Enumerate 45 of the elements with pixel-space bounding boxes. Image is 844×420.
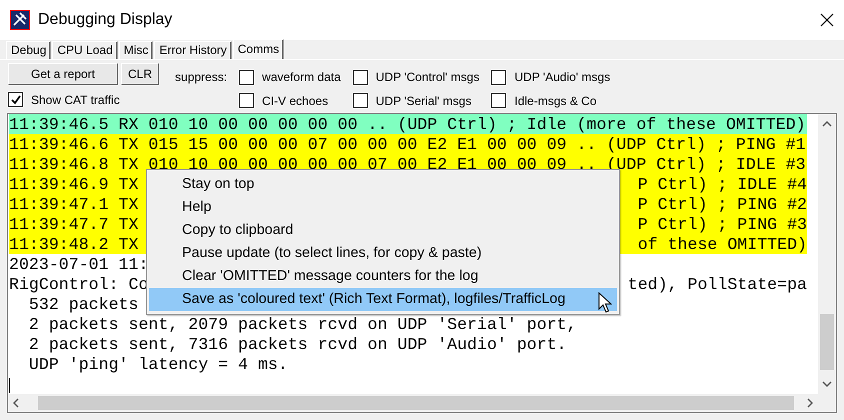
tab[interactable]: Error History: [154, 41, 232, 59]
scroll-up-icon[interactable]: [822, 120, 832, 128]
clear-button[interactable]: CLR: [121, 63, 160, 85]
scroll-right-icon[interactable]: [806, 398, 814, 408]
checkbox-label: UDP 'Serial' msgs: [376, 94, 472, 108]
tab[interactable]: Debug: [6, 41, 52, 59]
report-button[interactable]: Get a report: [8, 63, 118, 85]
mouse-pointer-icon: [598, 292, 612, 314]
checkbox-label: waveform data: [262, 70, 341, 84]
log-line: 532 packets: [28, 294, 138, 314]
log-line: 2023-07-01 11:: [9, 254, 148, 274]
log-line: 2 packets sent, 2079 packets rcvd on UDP 'Serial' port,: [28, 314, 577, 334]
menu-item[interactable]: Pause update (to select lines, for copy & paste): [149, 242, 617, 265]
checkbox[interactable]: [352, 93, 368, 108]
menu-item[interactable]: Help: [149, 196, 617, 219]
scroll-thumb[interactable]: [820, 314, 834, 370]
checkbox[interactable]: [352, 70, 368, 85]
log-line: ted), PollState=pa: [628, 274, 807, 294]
close-icon[interactable]: [820, 13, 834, 27]
menu-item[interactable]: Copy to clipboard: [149, 219, 617, 242]
checkbox[interactable]: [491, 93, 506, 108]
log-line: 2 packets sent, 7316 packets rcvd on UDP 'Audio' port.: [28, 334, 567, 354]
app-icon: [10, 10, 30, 30]
tab[interactable]: Misc: [118, 41, 154, 59]
menu-item[interactable]: Clear 'OMITTED' message counters for the log: [149, 265, 617, 288]
checkbox[interactable]: [239, 70, 254, 85]
checkbox-label: Idle-msgs & Co: [514, 94, 597, 108]
checkbox[interactable]: [491, 70, 506, 85]
log-line: UDP 'ping' latency = 4 ms.: [28, 354, 288, 374]
tab[interactable]: Comms: [232, 39, 284, 59]
checkbox-label: UDP 'Control' msgs: [376, 70, 480, 84]
checkbox-label: UDP 'Audio' msgs: [514, 70, 610, 84]
window-title: Debugging Display: [38, 11, 174, 29]
suppress-label: suppress:: [175, 70, 228, 84]
menu-item[interactable]: Stay on top: [149, 173, 617, 196]
tab[interactable]: CPU Load: [52, 41, 118, 59]
checkbox[interactable]: [8, 92, 23, 107]
checkbox[interactable]: [239, 93, 254, 108]
scroll-down-icon[interactable]: [822, 380, 832, 388]
scroll-thumb[interactable]: [38, 396, 794, 410]
checkbox-label: Show CAT traffic: [31, 92, 120, 106]
scroll-left-icon[interactable]: [12, 398, 20, 408]
menu-item[interactable]: Save as 'coloured text' (Rich Text Format), logfiles/TrafficLog: [149, 288, 617, 311]
checkbox-label: CI-V echoes: [262, 94, 328, 108]
text-cursor: [9, 378, 10, 392]
